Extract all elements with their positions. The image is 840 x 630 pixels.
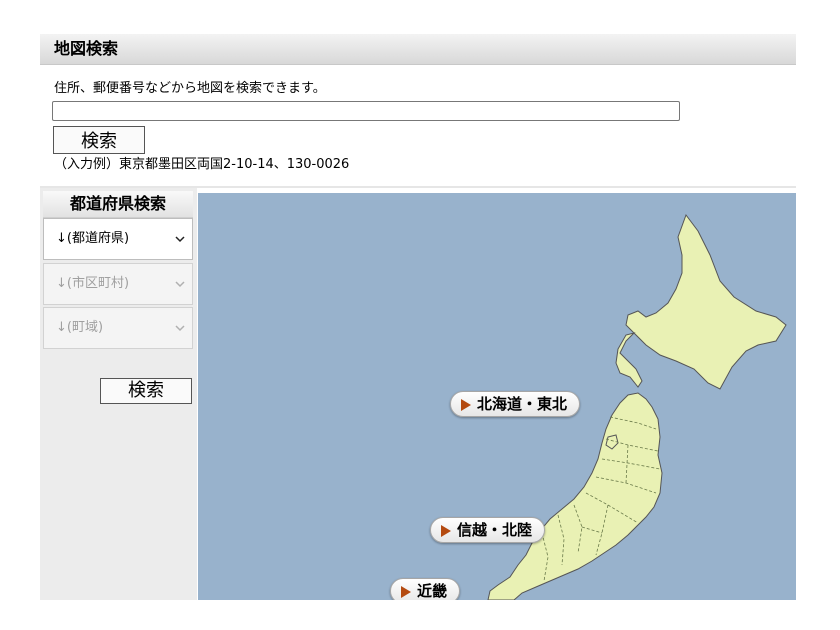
region-button-kinki[interactable]: 近畿 — [390, 578, 461, 600]
chevron-down-icon — [175, 236, 185, 243]
address-search-button[interactable]: 検索 — [53, 126, 145, 154]
chevron-down-icon — [175, 281, 185, 288]
japan-map[interactable]: 北海道・東北 信越・北陸 近畿 — [198, 193, 796, 600]
town-select-value: ↓(町域) — [56, 320, 104, 335]
region-button-shinetsu-hokuriku[interactable]: 信越・北陸 — [430, 517, 546, 543]
page-title: 地図検索 — [54, 39, 119, 58]
region-label: 北海道・東北 — [477, 395, 568, 413]
city-select[interactable]: ↓(市区町村) — [43, 263, 193, 305]
hokkaido-shape[interactable] — [625, 213, 787, 390]
prefecture-search-panel: 都道府県検索 ↓(都道府県) ↓(市区町村) ↓(町域) 検索 — [40, 188, 197, 600]
play-arrow-icon — [441, 525, 451, 537]
search-description: 住所、郵便番号などから地図を検索できます。 — [54, 81, 326, 96]
section-header: 地図検索 — [40, 34, 796, 65]
oshima-peninsula-shape — [615, 332, 643, 388]
play-arrow-icon — [401, 586, 411, 598]
map-search-panel: 地図検索 住所、郵便番号などから地図を検索できます。 検索 （入力例）東京都墨田… — [40, 34, 796, 600]
address-search-input[interactable] — [52, 101, 680, 121]
prefecture-select[interactable]: ↓(都道府県) — [43, 218, 193, 260]
region-button-hokkaido-tohoku[interactable]: 北海道・東北 — [450, 391, 581, 417]
region-label: 近畿 — [417, 582, 448, 600]
play-arrow-icon — [461, 399, 471, 411]
chevron-down-icon — [175, 325, 185, 332]
prefecture-search-button[interactable]: 検索 — [100, 378, 192, 404]
input-example: （入力例）東京都墨田区両国2-10-14、130-0026 — [54, 157, 350, 172]
prefecture-select-value: ↓(都道府県) — [56, 231, 130, 246]
city-select-value: ↓(市区町村) — [56, 276, 130, 291]
town-select[interactable]: ↓(町域) — [43, 307, 193, 349]
honshu-shape[interactable] — [487, 392, 663, 600]
prefecture-search-title: 都道府県検索 — [43, 191, 193, 218]
region-label: 信越・北陸 — [457, 521, 533, 539]
